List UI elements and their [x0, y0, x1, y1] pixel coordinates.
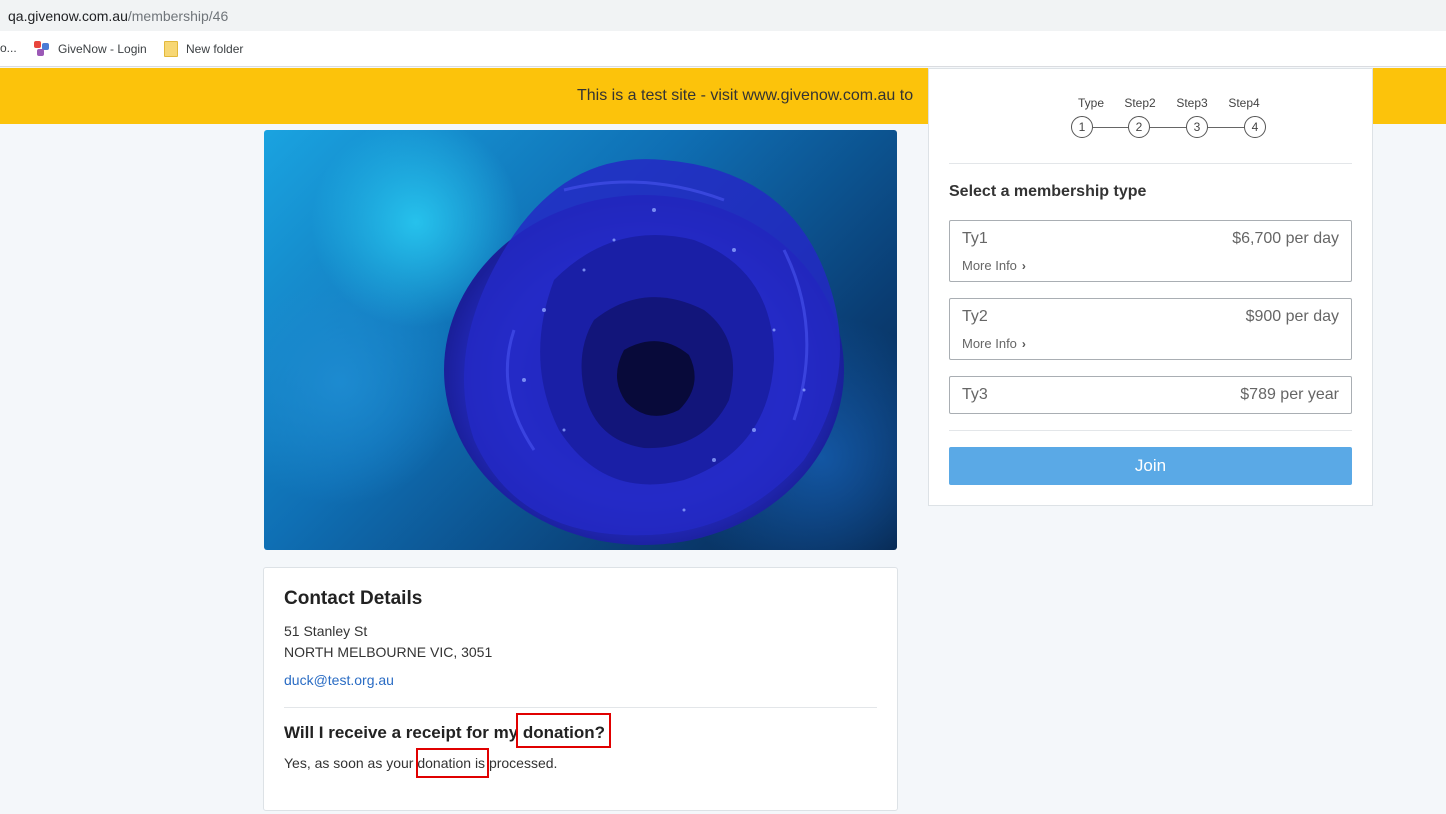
chevron-right-icon: › — [1021, 336, 1026, 351]
contact-email-link[interactable]: duck@test.org.au — [284, 672, 394, 688]
step-connector — [1208, 127, 1244, 128]
option-name: Ty3 — [962, 386, 988, 403]
givenow-favicon-icon — [34, 41, 50, 57]
step-indicator: Type Step2 Step3 Step4 1 2 3 4 — [929, 69, 1374, 159]
step-label-1: Type — [1077, 96, 1104, 110]
hero-image — [264, 130, 897, 550]
url-path: /membership/46 — [127, 8, 229, 24]
membership-option-ty2[interactable]: Ty2 $900 per day More Info › — [949, 298, 1352, 360]
bookmarks-bar: o... GiveNow - Login New folder — [0, 31, 1446, 67]
step-circle-4: 4 — [1244, 116, 1266, 138]
address-line-1: 51 Stanley St — [284, 623, 368, 639]
option-name: Ty2 — [962, 308, 988, 325]
bookmark-label: New folder — [186, 42, 244, 56]
step-label-3: Step3 — [1176, 96, 1208, 110]
step-label-4: Step4 — [1228, 96, 1260, 110]
step-circle-3: 3 — [1186, 116, 1208, 138]
bookmark-label: GiveNow - Login — [58, 42, 147, 56]
rose-image — [444, 159, 844, 545]
membership-option-ty1[interactable]: Ty1 $6,700 per day More Info › — [949, 220, 1352, 282]
banner-text: This is a test site - visit www.givenow.… — [577, 87, 914, 104]
step-label-2: Step2 — [1124, 96, 1156, 110]
highlight-box-answer — [416, 748, 489, 778]
url-host: qa.givenow.com.au — [8, 8, 128, 24]
option-price: $900 per day — [1245, 308, 1339, 325]
contact-heading: Contact Details — [284, 588, 423, 609]
more-info-link[interactable]: More Info › — [962, 336, 1026, 351]
step-connector — [1150, 127, 1186, 128]
divider — [949, 430, 1352, 431]
divider — [284, 707, 877, 708]
step-circle-1: 1 — [1071, 116, 1093, 138]
option-price: $6,700 per day — [1232, 230, 1339, 247]
step-circle-2: 2 — [1128, 116, 1150, 138]
membership-option-ty3[interactable]: Ty3 $789 per year — [949, 376, 1352, 414]
chevron-right-icon: › — [1021, 258, 1026, 273]
bookmark-new-folder[interactable]: New folder — [164, 41, 243, 57]
join-button[interactable]: Join — [949, 447, 1352, 485]
more-info-label: More Info — [962, 258, 1017, 273]
address-line-2: NORTH MELBOURNE VIC, 3051 — [284, 644, 493, 660]
contact-details-card: Contact Details 51 Stanley St NORTH MELB… — [263, 567, 898, 811]
membership-panel: Type Step2 Step3 Step4 1 2 3 4 Select a … — [928, 68, 1373, 506]
membership-title: Select a membership type — [949, 183, 1147, 200]
highlight-box-question — [516, 713, 611, 748]
divider — [949, 163, 1352, 164]
folder-icon — [164, 41, 178, 57]
more-info-label: More Info — [962, 336, 1017, 351]
option-name: Ty1 — [962, 230, 988, 247]
bookmark-givenow-login[interactable]: GiveNow - Login — [34, 41, 147, 57]
step-connector — [1093, 127, 1128, 128]
option-price: $789 per year — [1240, 386, 1339, 403]
bookmark-truncated[interactable]: o... — [0, 41, 17, 55]
address-bar[interactable]: qa.givenow.com.au/membership/46 — [0, 0, 1446, 31]
more-info-link[interactable]: More Info › — [962, 258, 1026, 273]
